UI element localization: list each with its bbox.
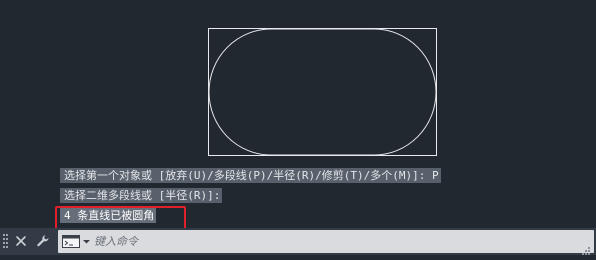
filleted-polyline[interactable] — [208, 28, 437, 156]
command-line-bar — [0, 228, 596, 255]
history-line-text: 选择二维多段线或 [半径(R)]: — [60, 188, 223, 203]
resize-grip-icon[interactable] — [581, 241, 591, 255]
history-line: 选择二维多段线或 [半径(R)]: — [60, 188, 596, 204]
close-icon[interactable] — [12, 232, 30, 250]
command-input-box[interactable] — [58, 230, 594, 255]
history-line-text: 选择第一个对象或 [放弃(U)/多段线(P)/半径(R)/修剪(T)/多个(M)… — [60, 168, 441, 183]
drag-grip-icon[interactable] — [3, 234, 9, 249]
command-input[interactable] — [94, 232, 564, 251]
history-line: 选择第一个对象或 [放弃(U)/多段线(P)/半径(R)/修剪(T)/多个(M)… — [60, 168, 596, 184]
command-prompt-icon[interactable] — [62, 234, 92, 249]
wrench-icon[interactable] — [34, 232, 52, 250]
boundary-rectangle[interactable] — [208, 28, 437, 156]
